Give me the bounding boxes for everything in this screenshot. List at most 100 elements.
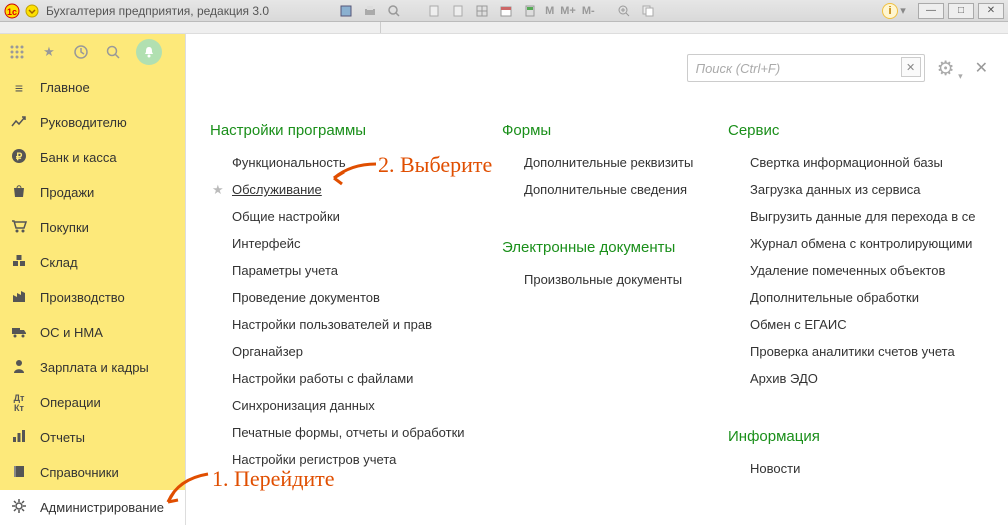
- save-icon[interactable]: [337, 3, 355, 19]
- link-user-rights[interactable]: Настройки пользователей и прав: [210, 317, 502, 332]
- search-field-wrap: ✕: [687, 54, 925, 82]
- link-analytics-check[interactable]: Проверка аналитики счетов учета: [728, 344, 1008, 359]
- settings-gear-icon[interactable]: ⚙: [937, 56, 955, 81]
- sidebar-item-purchases[interactable]: Покупки: [0, 210, 185, 245]
- link-maintenance[interactable]: Обслуживание: [210, 182, 502, 197]
- link-register-settings[interactable]: Настройки регистров учета: [210, 452, 502, 467]
- link-accounting-params[interactable]: Параметры учета: [210, 263, 502, 278]
- sidebar-label: Администрирование: [40, 500, 164, 515]
- memory-m-label[interactable]: M: [545, 5, 554, 17]
- dtct-icon: ДтКт: [10, 393, 28, 413]
- boxes-icon: [10, 254, 28, 271]
- sidebar-label: Банк и касса: [40, 150, 117, 165]
- link-interface[interactable]: Интерфейс: [210, 236, 502, 251]
- star-icon[interactable]: ★: [40, 43, 58, 61]
- sidebar-label: Продажи: [40, 185, 94, 200]
- link-general-settings[interactable]: Общие настройки: [210, 209, 502, 224]
- link-delete-marked[interactable]: Удаление помеченных объектов: [728, 263, 1008, 278]
- memory-mplus-label[interactable]: M+: [560, 5, 576, 17]
- sidebar-item-assets[interactable]: ОС и НМА: [0, 315, 185, 350]
- sidebar-item-manager[interactable]: Руководителю: [0, 105, 185, 140]
- copy-icon[interactable]: [639, 3, 657, 19]
- truck-icon: [10, 325, 28, 341]
- info-dropdown-icon[interactable]: ▾: [898, 3, 908, 19]
- link-print-forms[interactable]: Печатные формы, отчеты и обработки: [210, 425, 502, 440]
- person-icon: [10, 359, 28, 376]
- zoom-icon[interactable]: [615, 3, 633, 19]
- link-edo-archive[interactable]: Архив ЭДО: [728, 371, 1008, 386]
- info-icon[interactable]: i: [882, 3, 898, 19]
- sidebar-item-catalogs[interactable]: Справочники: [0, 455, 185, 490]
- search-icon[interactable]: [104, 43, 122, 61]
- toolbar-group-1: M M+ M-: [337, 3, 657, 19]
- link-news[interactable]: Новости: [728, 461, 1008, 476]
- sidebar-item-warehouse[interactable]: Склад: [0, 245, 185, 280]
- link-exchange-log[interactable]: Журнал обмена с контролирующими: [728, 236, 1008, 251]
- factory-icon: [10, 289, 28, 306]
- chart-icon: [10, 429, 28, 446]
- link-additional-props[interactable]: Дополнительные реквизиты: [502, 155, 728, 170]
- bag-icon: [10, 184, 28, 201]
- sidebar-item-sales[interactable]: Продажи: [0, 175, 185, 210]
- link-functionality[interactable]: Функциональность: [210, 155, 502, 170]
- sidebar-label: Операции: [40, 395, 101, 410]
- link-document-posting[interactable]: Проведение документов: [210, 290, 502, 305]
- cart-icon: [10, 219, 28, 236]
- section-title-service: Сервис: [728, 122, 1008, 139]
- link-export-migration[interactable]: Выгрузить данные для перехода в се: [728, 209, 1008, 224]
- top-right-toolbar: ✕ ⚙ ✕: [687, 54, 988, 82]
- app-logo-icon: 1c: [4, 3, 20, 19]
- sidebar-item-operations[interactable]: ДтКт Операции: [0, 385, 185, 420]
- sidebar-label: Главное: [40, 80, 90, 95]
- grid-icon[interactable]: [473, 3, 491, 19]
- history-icon[interactable]: [72, 43, 90, 61]
- calculator-icon[interactable]: [521, 3, 539, 19]
- sidebar-item-production[interactable]: Производство: [0, 280, 185, 315]
- titlebar: 1c Бухгалтерия предприятия, редакция 3.0…: [0, 0, 1008, 22]
- sidebar-item-administration[interactable]: Администрирование: [0, 490, 185, 525]
- sidebar-label: Покупки: [40, 220, 89, 235]
- doc1-icon[interactable]: [425, 3, 443, 19]
- link-egais[interactable]: Обмен с ЕГАИС: [728, 317, 1008, 332]
- close-button[interactable]: ✕: [978, 3, 1004, 19]
- dropdown-icon[interactable]: [24, 3, 40, 19]
- link-load-from-service[interactable]: Загрузка данных из сервиса: [728, 182, 1008, 197]
- search-input[interactable]: [687, 54, 925, 82]
- sidebar-item-hr[interactable]: Зарплата и кадры: [0, 350, 185, 385]
- content-area: ✕ ⚙ ✕ Настройки программы Функциональнос…: [186, 34, 1008, 525]
- link-db-rollup[interactable]: Свертка информационной базы: [728, 155, 1008, 170]
- link-organizer[interactable]: Органайзер: [210, 344, 502, 359]
- memory-mminus-label[interactable]: M-: [582, 5, 595, 17]
- sidebar-item-reports[interactable]: Отчеты: [0, 420, 185, 455]
- apps-icon[interactable]: [8, 43, 26, 61]
- sidebar-item-bank[interactable]: ₽ Банк и касса: [0, 140, 185, 175]
- minimize-button[interactable]: —: [918, 3, 944, 19]
- section-title-edocs: Электронные документы: [502, 239, 728, 256]
- link-data-sync[interactable]: Синхронизация данных: [210, 398, 502, 413]
- notifications-icon[interactable]: [136, 39, 162, 65]
- calendar-icon[interactable]: [497, 3, 515, 19]
- ruble-icon: ₽: [10, 148, 28, 167]
- link-additional-processing[interactable]: Дополнительные обработки: [728, 290, 1008, 305]
- window-controls: — □ ✕: [918, 3, 1004, 19]
- maximize-button[interactable]: □: [948, 3, 974, 19]
- search-clear-button[interactable]: ✕: [901, 57, 921, 77]
- window-title: Бухгалтерия предприятия, редакция 3.0: [46, 4, 269, 18]
- section-title-information: Информация: [728, 428, 1008, 445]
- sidebar-label: Отчеты: [40, 430, 85, 445]
- column-forms: Формы Дополнительные реквизиты Дополните…: [502, 122, 728, 488]
- link-additional-info[interactable]: Дополнительные сведения: [502, 182, 728, 197]
- trend-icon: [10, 115, 28, 131]
- link-file-settings[interactable]: Настройки работы с файлами: [210, 371, 502, 386]
- book-icon: [10, 464, 28, 481]
- sidebar-item-main[interactable]: ≡ Главное: [0, 70, 185, 105]
- link-custom-docs[interactable]: Произвольные документы: [502, 272, 728, 287]
- section-title-forms: Формы: [502, 122, 728, 139]
- column-service: Сервис Свертка информационной базы Загру…: [728, 122, 1008, 488]
- doc2-icon[interactable]: [449, 3, 467, 19]
- search-small-icon[interactable]: [385, 3, 403, 19]
- menu-lines-icon: ≡: [10, 80, 28, 96]
- panel-close-icon[interactable]: ✕: [975, 58, 988, 78]
- print-icon[interactable]: [361, 3, 379, 19]
- gear-icon: [10, 498, 28, 517]
